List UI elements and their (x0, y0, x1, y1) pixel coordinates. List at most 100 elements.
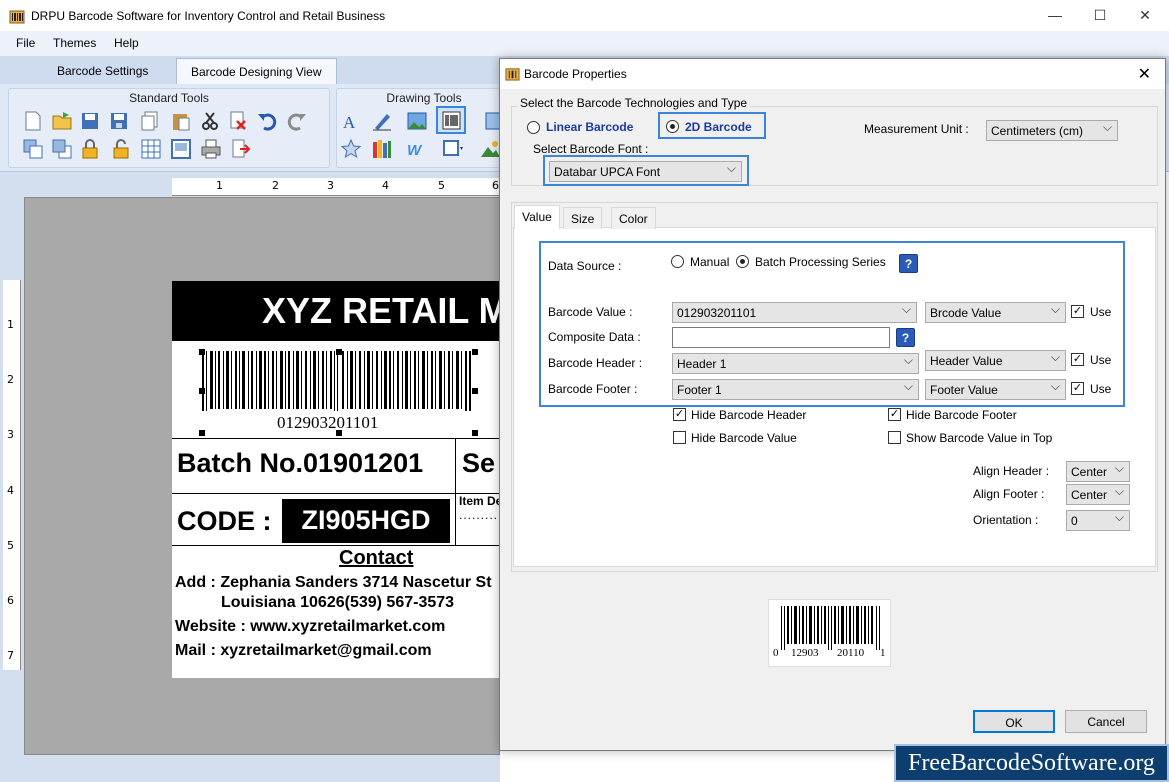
menu-file[interactable]: File (16, 36, 35, 50)
layer-back-icon[interactable] (22, 138, 44, 160)
minimize-button[interactable]: — (1032, 0, 1078, 30)
label-batch-number[interactable]: Batch No.01901201 (177, 448, 423, 479)
label-mail[interactable]: Mail : xyzretailmarket@gmail.com (175, 642, 432, 660)
export-icon[interactable] (230, 138, 252, 160)
standard-tools-title: Standard Tools (129, 91, 209, 105)
tab-value[interactable]: Value (514, 205, 560, 229)
pencil-tool-icon[interactable] (371, 110, 393, 132)
label-barcode-bars[interactable] (202, 351, 472, 411)
new-icon[interactable] (22, 110, 44, 132)
shape-tool-icon[interactable] (442, 138, 464, 160)
align-header-select[interactable]: Center (1066, 461, 1130, 482)
landscape-tool-icon[interactable] (479, 138, 501, 160)
close-button[interactable]: ✕ (1122, 0, 1168, 30)
barcode-value-use-checkbox[interactable]: ✓ (1071, 305, 1084, 318)
cut-icon[interactable] (199, 110, 221, 132)
grid-icon[interactable] (140, 138, 162, 160)
undo-icon[interactable] (256, 110, 278, 132)
save-as-icon[interactable] (108, 110, 130, 132)
orientation-select[interactable]: 0 (1066, 510, 1130, 531)
manual-label[interactable]: Manual (690, 255, 729, 269)
star-tool-icon[interactable] (340, 138, 362, 160)
redo-icon[interactable] (286, 110, 308, 132)
open-icon[interactable] (51, 110, 73, 132)
print-icon[interactable] (200, 138, 222, 160)
hide-value-checkbox[interactable] (673, 431, 686, 444)
label-item-description[interactable]: Item De (459, 494, 502, 508)
hide-header-checkbox[interactable]: ✓ (673, 408, 686, 421)
ruler-left-tick: 7 (7, 649, 14, 662)
label-address-line1[interactable]: Add : Zephania Sanders 3714 Nascetur St (175, 574, 492, 592)
wordart-tool-icon[interactable]: W (406, 138, 428, 160)
label-banner[interactable]: XYZ RETAIL M (172, 281, 502, 341)
menu-help[interactable]: Help (114, 36, 139, 50)
layer-front-icon[interactable] (51, 138, 73, 160)
selection-handle[interactable] (472, 430, 478, 436)
ok-button[interactable]: OK (973, 710, 1055, 733)
label-code-value[interactable]: ZI905HGD (282, 499, 450, 543)
2d-barcode-radio[interactable] (666, 120, 679, 133)
preview-digits-left: 12903 (791, 647, 819, 659)
show-value-top-label[interactable]: Show Barcode Value in Top (906, 431, 1052, 445)
barcode-value-field-select[interactable]: Brcode Value (925, 302, 1066, 323)
align-footer-label: Align Footer : (973, 487, 1045, 501)
tab-color[interactable]: Color (611, 207, 656, 229)
unlock-icon[interactable] (110, 138, 132, 160)
barcode-tool-highlight[interactable] (436, 106, 466, 134)
label-address-line2[interactable]: Louisiana 10626(539) 567-3573 (221, 594, 454, 612)
copy-page-icon[interactable] (139, 110, 161, 132)
selection-handle[interactable] (472, 349, 478, 355)
label-code-caption[interactable]: CODE : (177, 506, 272, 537)
label-contact-heading[interactable]: Contact (339, 547, 413, 570)
header-use-checkbox[interactable]: ✓ (1071, 353, 1084, 366)
composite-data-help-button[interactable]: ? (896, 328, 915, 347)
lock-icon[interactable] (79, 138, 101, 160)
footer-field-select[interactable]: Footer Value (925, 379, 1066, 400)
linear-barcode-radio[interactable] (527, 121, 540, 134)
save-icon[interactable] (79, 110, 101, 132)
barcode-footer-select[interactable]: Footer 1 (672, 379, 919, 400)
paste-icon[interactable] (170, 110, 192, 132)
label-website[interactable]: Website : www.xyzretailmarket.com (175, 618, 445, 636)
dialog-close-icon[interactable]: ✕ (1138, 64, 1151, 84)
linear-barcode-label[interactable]: Linear Barcode (546, 120, 633, 134)
barcode-value-select[interactable]: 012903201101 (672, 302, 917, 323)
print-preview-icon[interactable] (170, 138, 192, 160)
2d-barcode-label[interactable]: 2D Barcode (685, 120, 752, 134)
show-value-top-checkbox[interactable] (888, 431, 901, 444)
data-source-help-button[interactable]: ? (899, 254, 918, 273)
align-footer-select[interactable]: Center (1066, 484, 1130, 505)
cancel-button[interactable]: Cancel (1065, 710, 1147, 733)
ruler-left-tick: 2 (7, 373, 14, 386)
hide-footer-label[interactable]: Hide Barcode Footer (906, 408, 1017, 422)
standard-tools-group: Standard Tools (8, 88, 330, 168)
composite-data-input[interactable] (672, 327, 890, 348)
text-tool-icon[interactable]: A (340, 110, 362, 132)
measurement-unit-select[interactable]: Centimeters (cm) (986, 120, 1118, 141)
app-title-bar: DRPU Barcode Software for Inventory Cont… (0, 0, 1169, 31)
ruler-top-tick: 2 (272, 179, 279, 192)
barcode-header-select[interactable]: Header 1 (672, 353, 919, 374)
hide-value-label[interactable]: Hide Barcode Value (691, 431, 797, 445)
hide-footer-checkbox[interactable]: ✓ (888, 408, 901, 421)
barcode-label-canvas[interactable]: XYZ RETAIL M 012903201101 Batch No.01901… (172, 281, 506, 678)
barcode-font-select[interactable]: Databar UPCA Font (549, 161, 742, 182)
maximize-button[interactable]: ☐ (1077, 0, 1123, 30)
manual-radio[interactable] (671, 255, 684, 268)
tab-barcode-designing-view[interactable]: Barcode Designing View (176, 58, 337, 84)
tab-size[interactable]: Size (563, 207, 603, 229)
batch-processing-radio[interactable] (736, 255, 749, 268)
label-se-text[interactable]: Se (462, 448, 495, 479)
selection-handle[interactable] (199, 430, 205, 436)
menu-themes[interactable]: Themes (53, 36, 96, 50)
selection-handle[interactable] (472, 388, 478, 394)
app-icon (9, 10, 25, 24)
header-field-select[interactable]: Header Value (925, 350, 1066, 371)
library-tool-icon[interactable] (371, 138, 393, 160)
batch-processing-label[interactable]: Batch Processing Series (755, 255, 886, 269)
tab-barcode-settings[interactable]: Barcode Settings (43, 58, 162, 84)
delete-icon[interactable] (227, 110, 249, 132)
hide-header-label[interactable]: Hide Barcode Header (691, 408, 806, 422)
picture-tool-icon[interactable] (406, 110, 428, 132)
footer-use-checkbox[interactable]: ✓ (1071, 382, 1084, 395)
